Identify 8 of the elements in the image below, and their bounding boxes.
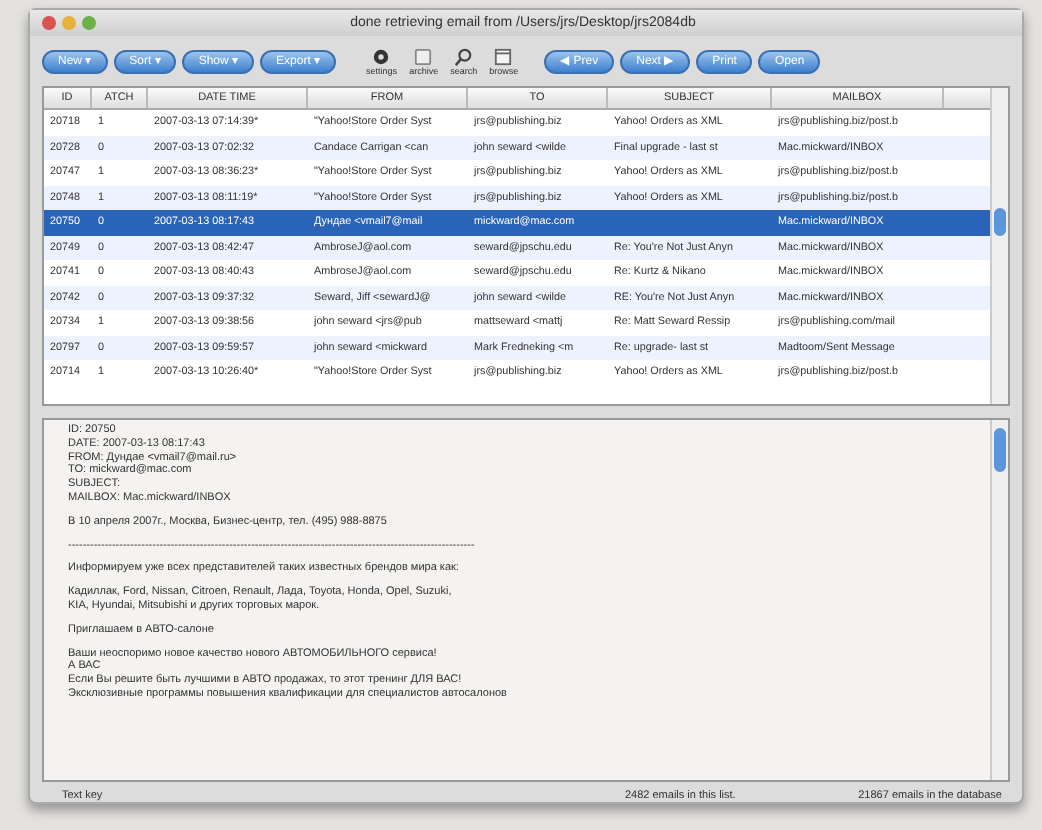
close-button[interactable] (42, 16, 56, 30)
scrollbar[interactable] (990, 420, 1008, 780)
window-icon[interactable] (494, 47, 513, 65)
gear-icon[interactable] (372, 47, 391, 65)
scrollbar[interactable] (990, 88, 1008, 404)
box-icon[interactable] (414, 47, 433, 65)
zoom-button[interactable] (82, 16, 96, 30)
search-icon[interactable] (454, 47, 473, 65)
